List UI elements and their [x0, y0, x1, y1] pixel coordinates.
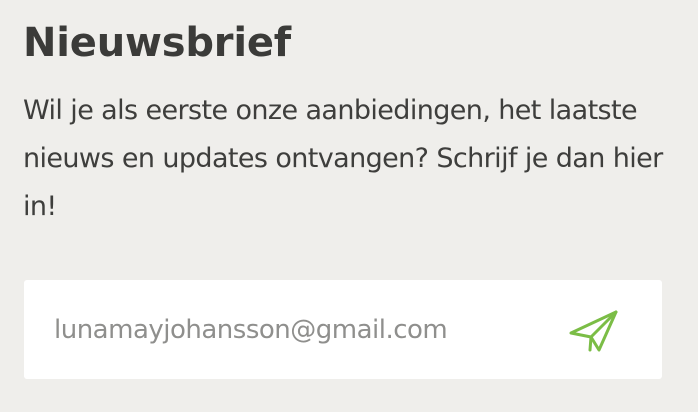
newsletter-description: Wil je als eerste onze aanbiedingen, het… — [23, 95, 663, 222]
newsletter-signup-form — [24, 280, 662, 379]
paper-plane-icon — [564, 302, 626, 358]
submit-button[interactable] — [564, 302, 626, 358]
email-input[interactable] — [24, 280, 554, 379]
newsletter-title: Nieuwsbrief — [23, 20, 291, 66]
newsletter-section: Nieuwsbrief Wil je als eerste onze aanbi… — [23, 17, 673, 231]
